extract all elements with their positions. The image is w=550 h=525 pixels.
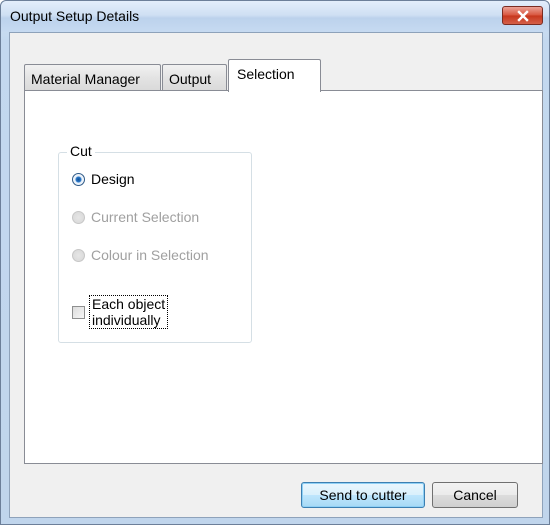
radio-colour-in-selection: Colour in Selection [72,247,209,263]
each-object-label-line2: individually [92,312,161,328]
cut-groupbox: Cut Design Current Selection Colour in S… [58,143,252,343]
radio-checked-icon[interactable] [72,172,85,186]
tab-label: Selection [237,66,295,82]
close-x-icon [516,9,529,22]
tab-selection[interactable]: Selection [228,59,321,92]
each-object-label: Each object individually [89,295,169,329]
title-bar[interactable]: Output Setup Details [1,1,549,32]
send-to-cutter-button[interactable]: Send to cutter [301,482,425,508]
radio-label-design: Design [91,171,135,187]
radio-label-current-selection: Current Selection [91,209,200,225]
radio-current-selection: Current Selection [72,209,199,225]
each-object-checkbox-row[interactable]: Each object individually [72,295,169,329]
cut-group-title: Cut [67,143,95,159]
tab-output[interactable]: Output [162,64,227,91]
cancel-button[interactable]: Cancel [432,482,518,508]
dialog-window: Output Setup Details Material Manager Ou… [0,0,550,525]
tab-label: Material Manager [31,71,140,87]
radio-disabled-icon [72,248,85,262]
close-button[interactable] [502,6,543,25]
radio-design[interactable]: Design [72,171,135,187]
radio-disabled-icon [72,210,85,224]
each-object-checkbox[interactable] [72,305,85,319]
tab-material-manager[interactable]: Material Manager [24,64,161,91]
selection-tab-panel: Cut Design Current Selection Colour in S… [24,90,543,464]
radio-label-colour-in-selection: Colour in Selection [91,247,209,263]
window-title: Output Setup Details [10,8,140,24]
tab-label: Output [169,71,212,87]
tab-strip: Material Manager Output Selection [10,33,542,93]
each-object-label-line1: Each object [92,296,166,312]
dialog-client-area: Material Manager Output Selection Cut De… [9,32,543,518]
